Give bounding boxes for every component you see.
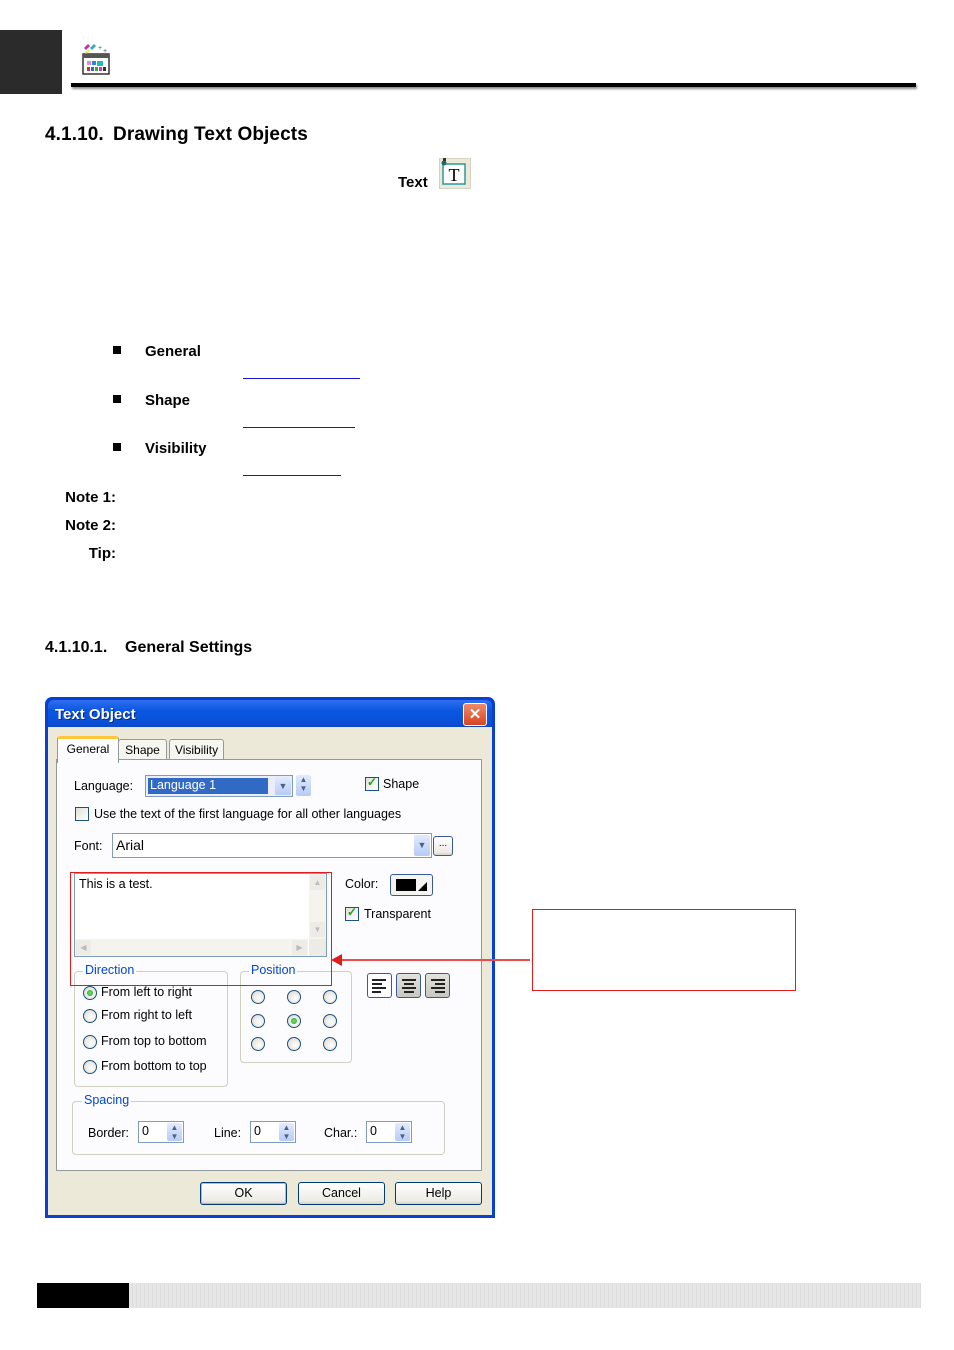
transparent-label: Transparent — [364, 907, 431, 921]
position-middle-right-radio[interactable] — [323, 1014, 337, 1028]
close-icon: ✕ — [468, 706, 482, 723]
char-spacing-label: Char.: — [324, 1126, 358, 1140]
callout-box — [532, 909, 796, 991]
shape-settings-link[interactable] — [243, 427, 355, 428]
direction-option-label: From right to left — [101, 1008, 192, 1022]
use-first-language-checkbox[interactable] — [75, 807, 89, 821]
language-label: Language: — [74, 779, 134, 793]
font-label: Font: — [74, 839, 103, 853]
svg-text:+: + — [103, 48, 107, 55]
spinner-icon[interactable]: ▲ ▼ — [395, 1123, 410, 1141]
line-spacing-label: Line: — [214, 1126, 242, 1140]
spacing-group-title: Spacing — [82, 1093, 132, 1107]
text-tool-icon: T — [439, 158, 471, 189]
direction-right-to-left-radio[interactable] — [83, 1009, 97, 1023]
color-swatch — [396, 879, 416, 891]
general-settings-link[interactable] — [243, 378, 360, 379]
line-spacing-input[interactable]: 0 ▲ ▼ — [250, 1121, 296, 1143]
char-spacing-input[interactable]: 0 ▲ ▼ — [366, 1121, 412, 1143]
dropdown-triangle-icon — [418, 882, 427, 891]
callout-arrow-line — [340, 959, 530, 961]
bullet-icon — [113, 395, 121, 404]
ok-button[interactable]: OK — [200, 1182, 287, 1205]
subsection-title: General Settings — [125, 639, 253, 656]
position-bottom-center-radio[interactable] — [287, 1037, 301, 1051]
section-title: Drawing Text Objects — [113, 124, 308, 145]
transparent-checkbox[interactable]: ✓ — [345, 905, 359, 921]
position-top-left-radio[interactable] — [251, 990, 265, 1004]
callout-arrow-head-icon — [331, 954, 342, 966]
chevron-down-icon[interactable]: ▼ — [275, 777, 291, 795]
chevron-down-icon[interactable]: ▼ — [414, 835, 430, 856]
section-number: 4.1.10. — [45, 124, 104, 145]
direction-left-to-right-radio[interactable] — [83, 986, 97, 1000]
direction-bottom-to-top-radio[interactable] — [83, 1060, 97, 1074]
text-area-highlight-box — [70, 872, 332, 986]
subsection-number: 4.1.10.1. — [45, 639, 108, 656]
svg-text:T: T — [449, 165, 460, 185]
footer-bar — [129, 1283, 921, 1308]
help-button[interactable]: Help — [395, 1182, 482, 1205]
direction-option-label: From left to right — [101, 985, 192, 999]
spinner-icon[interactable]: ▲ ▼ — [167, 1123, 182, 1141]
font-value: Arial — [116, 837, 145, 853]
spinner-icon[interactable]: ▲ ▼ — [279, 1123, 294, 1141]
align-right-button[interactable] — [425, 973, 450, 998]
language-spinner[interactable]: ▲ ▼ — [296, 775, 311, 796]
font-select[interactable]: Arial ▼ — [112, 833, 432, 858]
position-top-center-radio[interactable] — [287, 990, 301, 1004]
property-item-visibility: Visibility — [113, 440, 206, 457]
dialog-title-bar[interactable]: Text Object ✕ — [48, 700, 492, 727]
align-center-button[interactable] — [396, 973, 421, 998]
direction-top-to-bottom-radio[interactable] — [83, 1035, 97, 1049]
section-heading: 4.1.10. Drawing Text Objects — [45, 124, 308, 146]
cancel-button[interactable]: Cancel — [298, 1182, 385, 1205]
svg-text:+: + — [98, 45, 102, 52]
tip-label: Tip: — [88, 545, 116, 562]
bullet-icon — [113, 443, 121, 452]
border-spacing-input[interactable]: 0 ▲ ▼ — [138, 1121, 184, 1143]
position-middle-left-radio[interactable] — [251, 1014, 265, 1028]
shape-checkbox-label: Shape — [383, 777, 420, 791]
bullet-icon — [113, 346, 121, 355]
align-left-button[interactable] — [367, 973, 392, 998]
color-label: Color: — [345, 877, 379, 891]
font-browse-button[interactable]: ... — [433, 836, 453, 856]
header-rule — [71, 83, 916, 87]
color-picker-button[interactable] — [390, 874, 433, 896]
toolbox-palette-icon: + + — [80, 42, 112, 76]
note-1-label: Note 1: — [65, 489, 116, 506]
page-number-block — [37, 1283, 129, 1308]
checkmark-icon: ✓ — [347, 905, 358, 919]
border-spacing-label: Border: — [88, 1126, 129, 1140]
property-item-general: General — [113, 343, 201, 360]
position-bottom-right-radio[interactable] — [323, 1037, 337, 1051]
position-bottom-left-radio[interactable] — [251, 1037, 265, 1051]
tab-shape[interactable]: Shape — [118, 739, 167, 760]
use-first-language-label: Use the text of the first language for a… — [94, 807, 402, 821]
dialog-title: Text Object — [55, 706, 136, 723]
close-button[interactable]: ✕ — [463, 703, 487, 726]
tab-visibility[interactable]: Visibility — [169, 739, 224, 760]
shape-checkbox[interactable]: ✓ — [365, 775, 379, 791]
language-select[interactable]: Language 1 ▼ — [145, 775, 293, 797]
chapter-tab-block — [0, 30, 62, 94]
tab-general[interactable]: General — [57, 736, 119, 763]
direction-option-label: From bottom to top — [101, 1059, 207, 1073]
checkmark-icon: ✓ — [367, 775, 378, 789]
text-tool-label: Text — [398, 174, 428, 191]
position-middle-center-radio[interactable] — [287, 1014, 301, 1028]
subsection-heading: 4.1.10.1. General Settings — [45, 639, 252, 657]
note-2-label: Note 2: — [65, 517, 116, 534]
direction-option-label: From top to bottom — [101, 1034, 207, 1048]
language-value: Language 1 — [150, 778, 217, 792]
position-top-right-radio[interactable] — [323, 990, 337, 1004]
visibility-settings-link[interactable] — [243, 475, 341, 476]
property-item-shape: Shape — [113, 392, 190, 409]
